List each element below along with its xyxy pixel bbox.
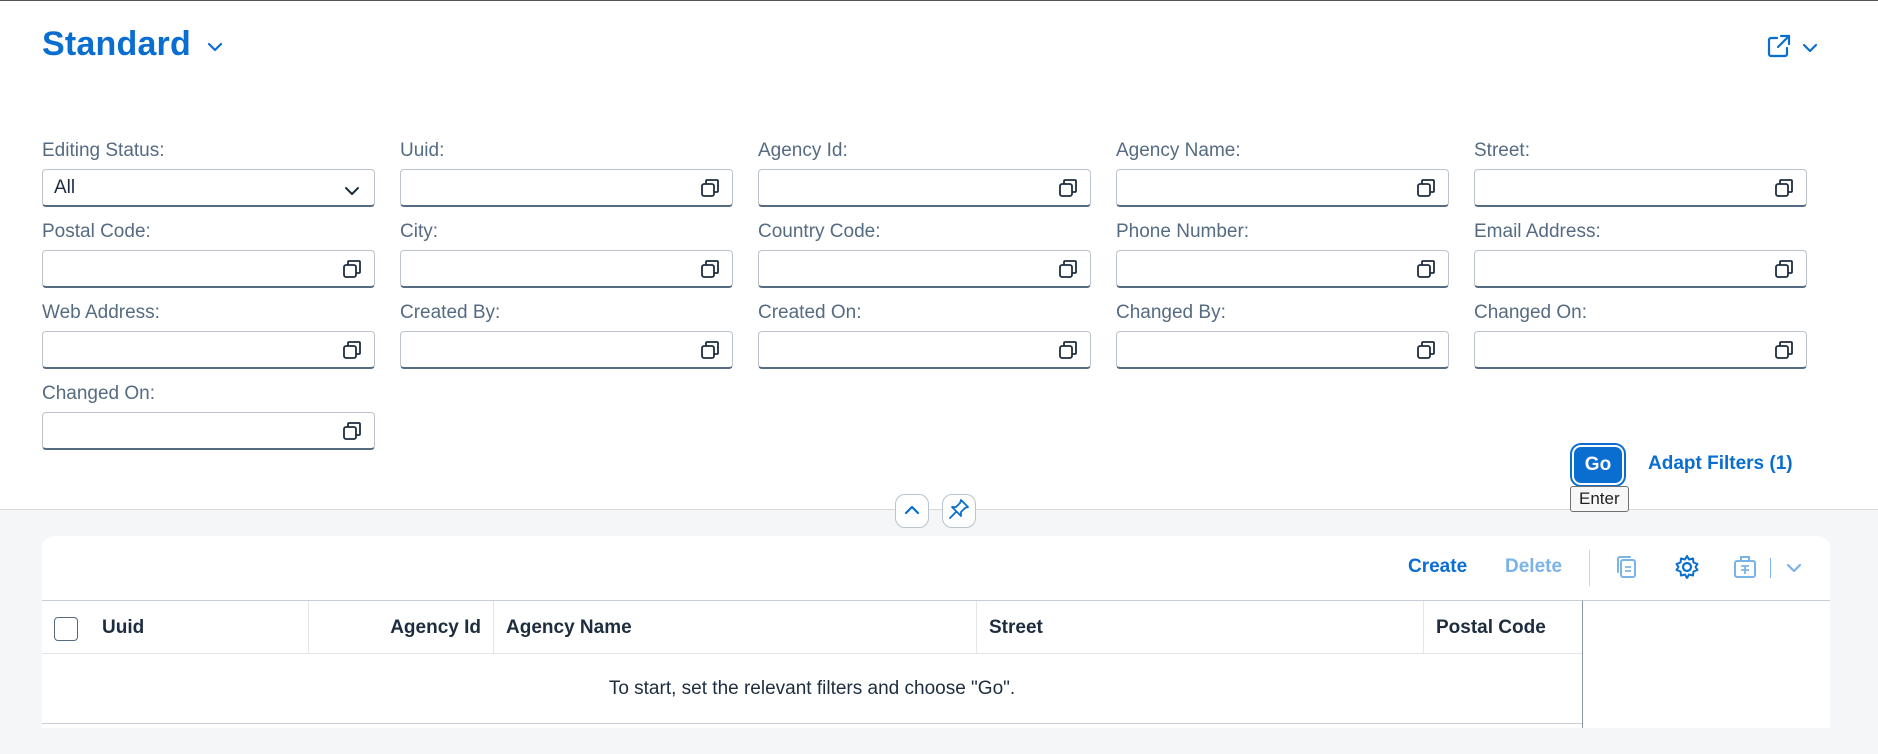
value-help-icon[interactable] bbox=[1058, 178, 1078, 204]
filter-label: Postal Code: bbox=[42, 221, 151, 242]
filter-item-agency-name: Agency Name: bbox=[1116, 139, 1449, 207]
results-table-card: Create Delete Uuid Agency Id Agency Name… bbox=[42, 536, 1830, 728]
filter-item-city: City: bbox=[400, 220, 733, 288]
value-help-icon[interactable] bbox=[700, 178, 720, 204]
changed-on-input[interactable] bbox=[42, 412, 375, 450]
filter-header: Standard Editing Status: All Uuid: Agency I… bbox=[0, 0, 1878, 512]
go-tooltip: Enter bbox=[1570, 486, 1629, 512]
filter-label: Changed On: bbox=[1474, 302, 1588, 323]
value-help-icon[interactable] bbox=[1774, 178, 1794, 204]
filter-label: Country Code: bbox=[758, 221, 881, 242]
agency-name-input[interactable] bbox=[1116, 169, 1449, 207]
filter-item-phone-number: Phone Number: bbox=[1116, 220, 1449, 288]
filter-label: Uuid: bbox=[400, 140, 445, 161]
filter-item-country-code: Country Code: bbox=[758, 220, 1091, 288]
uuid-input[interactable] bbox=[400, 169, 733, 207]
filter-label: Web Address: bbox=[42, 302, 160, 323]
agency-id-input[interactable] bbox=[758, 169, 1091, 207]
settings-icon[interactable] bbox=[1674, 554, 1700, 585]
collapse-header-button[interactable] bbox=[895, 494, 929, 528]
filter-item-uuid: Uuid: bbox=[400, 139, 733, 207]
value-help-icon[interactable] bbox=[700, 340, 720, 366]
filter-item-changed-on: Changed On: bbox=[42, 382, 375, 450]
filter-label: Changed By: bbox=[1116, 302, 1226, 323]
filter-label: Agency Id: bbox=[758, 140, 848, 161]
email-address-input[interactable] bbox=[1474, 250, 1807, 288]
filter-label: Changed On: bbox=[42, 383, 156, 404]
menu-separator bbox=[1770, 558, 1771, 578]
no-data-message: To start, set the relevant filters and c… bbox=[42, 654, 1582, 724]
city-input[interactable] bbox=[400, 250, 733, 288]
postal-code-input[interactable] bbox=[42, 250, 375, 288]
phone-number-input[interactable] bbox=[1116, 250, 1449, 288]
chevron-down-icon[interactable] bbox=[344, 180, 360, 202]
filter-label: Street: bbox=[1474, 140, 1530, 161]
value-help-icon[interactable] bbox=[342, 421, 362, 447]
adapt-filters-button[interactable]: Adapt Filters (1) bbox=[1648, 453, 1793, 475]
filter-label: Email Address: bbox=[1474, 221, 1601, 242]
filter-item-created-on: Created On: bbox=[758, 301, 1091, 369]
column-header-uuid[interactable]: Uuid bbox=[42, 601, 309, 654]
pin-icon bbox=[948, 498, 970, 525]
filter-label: Created By: bbox=[400, 302, 501, 323]
filter-item-agency-id: Agency Id: bbox=[758, 139, 1091, 207]
filter-label: City: bbox=[400, 221, 438, 242]
street-input[interactable] bbox=[1474, 169, 1807, 207]
created-by-input[interactable] bbox=[400, 331, 733, 369]
value-help-icon[interactable] bbox=[1416, 340, 1436, 366]
value-help-icon[interactable] bbox=[1416, 178, 1436, 204]
filter-label: Editing Status: bbox=[42, 140, 165, 161]
pin-header-button[interactable] bbox=[942, 494, 976, 528]
column-header-street[interactable]: Street bbox=[977, 601, 1424, 654]
value-help-icon[interactable] bbox=[342, 259, 362, 285]
value-help-icon[interactable] bbox=[1058, 259, 1078, 285]
filter-item-editing-status: Editing Status: All bbox=[42, 139, 375, 207]
value-help-icon[interactable] bbox=[700, 259, 720, 285]
filter-item-changed-on: Changed On: bbox=[1474, 301, 1807, 369]
chevron-down-icon[interactable] bbox=[207, 39, 223, 57]
value-help-icon[interactable] bbox=[1774, 259, 1794, 285]
table-header-row: Uuid Agency Id Agency Name Street Postal… bbox=[42, 600, 1582, 654]
chevron-down-icon[interactable] bbox=[1802, 40, 1818, 58]
filter-label: Phone Number: bbox=[1116, 221, 1250, 242]
filter-item-email-address: Email Address: bbox=[1474, 220, 1807, 288]
filter-item-changed-by: Changed By: bbox=[1116, 301, 1449, 369]
delete-button[interactable]: Delete bbox=[1505, 556, 1562, 578]
filter-fields: Editing Status: All Uuid: Agency Id: Agency … bbox=[42, 139, 1807, 450]
table-toolbar: Create Delete bbox=[42, 536, 1830, 600]
changed-by-input[interactable] bbox=[1116, 331, 1449, 369]
share-menu-button[interactable] bbox=[1766, 33, 1818, 64]
toolbar-separator bbox=[1589, 550, 1590, 586]
table-filler-area bbox=[1582, 600, 1830, 728]
value-help-icon[interactable] bbox=[1416, 259, 1436, 285]
share-icon[interactable] bbox=[1766, 33, 1792, 64]
filter-label: Created On: bbox=[758, 302, 862, 323]
export-icon[interactable] bbox=[1732, 554, 1758, 585]
variant-management[interactable]: Standard bbox=[42, 25, 223, 64]
editing-status-select[interactable]: All bbox=[42, 169, 375, 207]
variant-title: Standard bbox=[42, 25, 191, 63]
filter-item-created-by: Created By: bbox=[400, 301, 733, 369]
filter-item-postal-code: Postal Code: bbox=[42, 220, 375, 288]
select-value: All bbox=[54, 176, 76, 198]
value-help-icon[interactable] bbox=[1058, 340, 1078, 366]
web-address-input[interactable] bbox=[42, 331, 375, 369]
chevron-up-icon bbox=[904, 502, 920, 520]
chevron-down-icon[interactable] bbox=[1786, 560, 1802, 578]
filter-item-street: Street: bbox=[1474, 139, 1807, 207]
value-help-icon[interactable] bbox=[342, 340, 362, 366]
created-on-input[interactable] bbox=[758, 331, 1091, 369]
create-button[interactable]: Create bbox=[1408, 556, 1467, 578]
changed-on-input[interactable] bbox=[1474, 331, 1807, 369]
column-header-agency-id[interactable]: Agency Id bbox=[309, 601, 494, 654]
column-header-agency-name[interactable]: Agency Name bbox=[494, 601, 977, 654]
copy-icon[interactable] bbox=[1614, 554, 1640, 585]
value-help-icon[interactable] bbox=[1774, 340, 1794, 366]
filter-item-web-address: Web Address: bbox=[42, 301, 375, 369]
filter-label: Agency Name: bbox=[1116, 140, 1241, 161]
column-header-postal-code[interactable]: Postal Code bbox=[1424, 601, 1582, 654]
go-button[interactable]: Go bbox=[1574, 447, 1622, 483]
country-code-input[interactable] bbox=[758, 250, 1091, 288]
